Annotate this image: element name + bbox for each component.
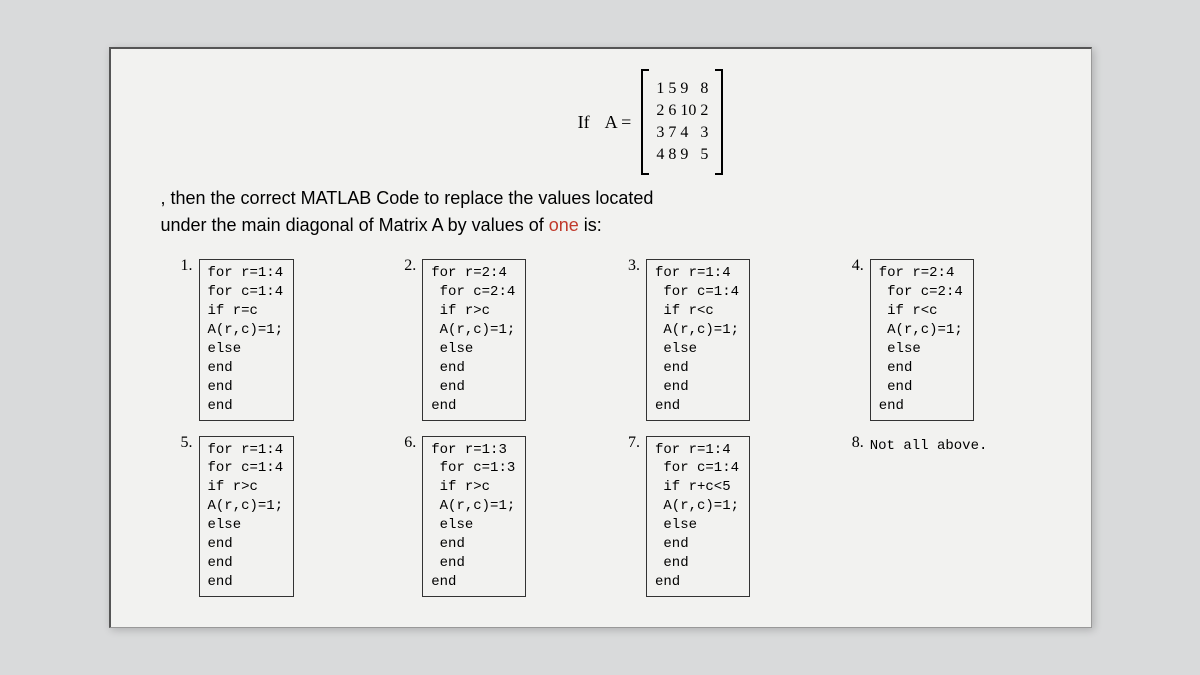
matrix-cell: 7 xyxy=(667,123,677,143)
option-number: 3. xyxy=(628,257,640,275)
option-7[interactable]: 7. for r=1:4 for c=1:4 if r+c<5 A(r,c)=1… xyxy=(628,436,827,597)
matrix-cell: 8 xyxy=(699,79,709,99)
matrix-table: 1 5 9 8 2 6 10 2 3 7 4 3 xyxy=(653,77,711,167)
matrix-cell: 2 xyxy=(699,101,709,121)
matrix-cell: 3 xyxy=(655,123,665,143)
option-2[interactable]: 2. for r=2:4 for c=2:4 if r>c A(r,c)=1; … xyxy=(404,259,603,420)
option-4[interactable]: 4. for r=2:4 for c=2:4 if r<c A(r,c)=1; … xyxy=(852,259,1051,420)
code-box: for r=1:4 for c=1:4 if r+c<5 A(r,c)=1; e… xyxy=(646,436,750,597)
question-line2-prefix: under the main diagonal of Matrix A by v… xyxy=(161,215,549,235)
code-box: for r=1:3 for c=1:3 if r>c A(r,c)=1; els… xyxy=(422,436,526,597)
matrix-row: 4 8 9 5 xyxy=(655,145,709,165)
if-label: If xyxy=(578,112,590,133)
matrix-cell: 3 xyxy=(699,123,709,143)
code-box: for r=1:4 for c=1:4 if r=c A(r,c)=1; els… xyxy=(199,259,295,420)
option-text: Not all above. xyxy=(870,436,988,454)
matrix-cell: 5 xyxy=(667,79,677,99)
matrix-row: 2 6 10 2 xyxy=(655,101,709,121)
question-page: If A = 1 5 9 8 2 6 10 2 xyxy=(109,47,1092,627)
matrix-cell: 10 xyxy=(679,101,697,121)
option-5[interactable]: 5. for r=1:4 for c=1:4 if r>c A(r,c)=1; … xyxy=(181,436,380,597)
option-number: 5. xyxy=(181,434,193,452)
option-number: 8. xyxy=(852,434,864,452)
question-line2-suffix: is: xyxy=(579,215,602,235)
option-8[interactable]: 8. Not all above. xyxy=(852,436,1051,597)
code-box: for r=1:4 for c=1:4 if r>c A(r,c)=1; els… xyxy=(199,436,295,597)
matrix-row: 3 7 4 3 xyxy=(655,123,709,143)
code-box: for r=1:4 for c=1:4 if r<c A(r,c)=1; els… xyxy=(646,259,750,420)
option-number: 6. xyxy=(404,434,416,452)
code-box: for r=2:4 for c=2:4 if r<c A(r,c)=1; els… xyxy=(870,259,974,420)
matrix-A-label: A = xyxy=(605,112,632,133)
matrix-definition: If A = 1 5 9 8 2 6 10 2 xyxy=(251,69,1051,175)
matrix-cell: 4 xyxy=(679,123,697,143)
matrix-cell: 9 xyxy=(679,79,697,99)
matrix-row: 1 5 9 8 xyxy=(655,79,709,99)
option-number: 7. xyxy=(628,434,640,452)
question-highlight: one xyxy=(549,215,579,235)
option-6[interactable]: 6. for r=1:3 for c=1:3 if r>c A(r,c)=1; … xyxy=(404,436,603,597)
matrix-cell: 4 xyxy=(655,145,665,165)
option-number: 1. xyxy=(181,257,193,275)
matrix-cell: 9 xyxy=(679,145,697,165)
options-grid: 1. for r=1:4 for c=1:4 if r=c A(r,c)=1; … xyxy=(181,259,1051,596)
question-line1: , then the correct MATLAB Code to replac… xyxy=(161,188,654,208)
matrix-cell: 5 xyxy=(699,145,709,165)
option-1[interactable]: 1. for r=1:4 for c=1:4 if r=c A(r,c)=1; … xyxy=(181,259,380,420)
matrix-cell: 1 xyxy=(655,79,665,99)
matrix-cell: 2 xyxy=(655,101,665,121)
matrix-cell: 6 xyxy=(667,101,677,121)
option-number: 2. xyxy=(404,257,416,275)
question-text: , then the correct MATLAB Code to replac… xyxy=(161,185,1051,239)
matrix-brackets: 1 5 9 8 2 6 10 2 3 7 4 3 xyxy=(641,69,723,175)
matrix-cell: 8 xyxy=(667,145,677,165)
code-box: for r=2:4 for c=2:4 if r>c A(r,c)=1; els… xyxy=(422,259,526,420)
option-number: 4. xyxy=(852,257,864,275)
option-3[interactable]: 3. for r=1:4 for c=1:4 if r<c A(r,c)=1; … xyxy=(628,259,827,420)
